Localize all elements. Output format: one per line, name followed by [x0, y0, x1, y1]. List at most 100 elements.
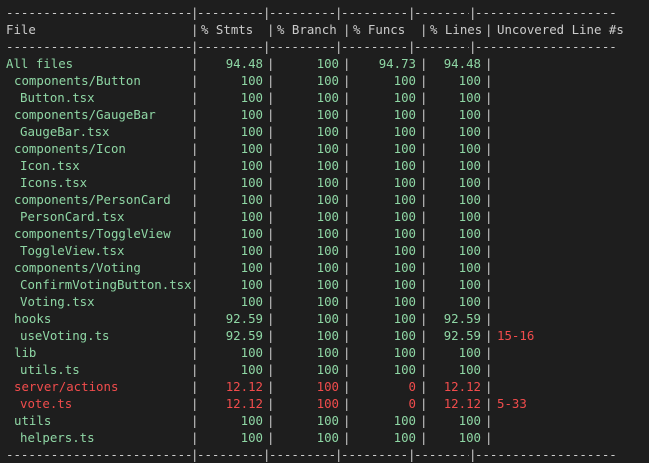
cell-uncovered-lines [491, 89, 647, 106]
cell-branch: 100 [316, 294, 339, 309]
cell-lines: 100 [458, 413, 481, 428]
cell-lines: 100 [458, 90, 481, 105]
cell-file: useVoting.ts [20, 328, 110, 343]
cell-funcs: 100 [393, 413, 416, 428]
cell-funcs: 100 [393, 345, 416, 360]
cell-uncovered-lines [491, 191, 647, 208]
separator-stmts: --------- [197, 5, 263, 20]
separator-branch: ---------- [269, 447, 335, 462]
cell-funcs: 100 [393, 328, 416, 343]
cell-lines: 100 [458, 277, 481, 292]
table-row: ConfirmVotingButton.tsx | 100 | 100 | 100 | 100 | [6, 276, 649, 293]
cell-branch: 100 [316, 243, 339, 258]
separator-funcs: --------- [341, 39, 408, 54]
cell-uncovered-lines [491, 208, 647, 225]
cell-stmts: 12.12 [225, 379, 263, 394]
cell-file: Icons.tsx [20, 175, 88, 190]
cell-uncovered-lines [491, 378, 647, 395]
cell-funcs: 100 [393, 243, 416, 258]
cell-branch: 100 [316, 396, 339, 411]
cell-file: server/actions [14, 379, 119, 394]
cell-lines: 100 [458, 73, 481, 88]
cell-uncovered-lines [491, 412, 647, 429]
cell-file: All files [6, 56, 74, 71]
cell-branch: 100 [316, 192, 339, 207]
cell-stmts: 100 [240, 277, 263, 292]
cell-stmts: 100 [240, 73, 263, 88]
cell-lines: 100 [458, 158, 481, 173]
table-row: components/Voting | 100 | 100 | 100 | 100 | [6, 259, 649, 276]
cell-branch: 100 [316, 90, 339, 105]
header-stmts: % Stmts [201, 22, 254, 37]
coverage-report: -------------------------- | --------- | ---… [6, 4, 649, 463]
cell-uncovered-lines [491, 106, 647, 123]
cell-branch: 100 [316, 413, 339, 428]
cell-stmts: 100 [240, 175, 263, 190]
cell-branch: 100 [316, 328, 339, 343]
separator-uncovered: ------------------- [475, 39, 617, 54]
cell-lines: 100 [458, 175, 481, 190]
table-row: GaugeBar.tsx | 100 | 100 | 100 | 100 | [6, 123, 649, 140]
cell-file: hooks [14, 311, 52, 326]
cell-stmts: 100 [240, 141, 263, 156]
cell-funcs: 100 [393, 430, 416, 445]
cell-stmts: 100 [240, 158, 263, 173]
table-row: components/PersonCard | 100 | 100 | 100 | 100 | [6, 191, 649, 208]
cell-branch: 100 [316, 124, 339, 139]
cell-uncovered-lines [491, 259, 647, 276]
cell-file: GaugeBar.tsx [20, 124, 110, 139]
cell-stmts: 100 [240, 226, 263, 241]
table-row: components/GaugeBar | 100 | 100 | 100 | 100 | [6, 106, 649, 123]
header-uncovered: Uncovered Line #s [497, 22, 624, 37]
separator-uncovered: ------------------- [475, 5, 617, 20]
cell-file: components/Icon [14, 141, 126, 156]
table-row: Icons.tsx | 100 | 100 | 100 | 100 | [6, 174, 649, 191]
cell-branch: 100 [316, 56, 339, 71]
cell-funcs: 100 [393, 175, 416, 190]
cell-lines: 100 [458, 107, 481, 122]
cell-lines: 100 [458, 243, 481, 258]
cell-uncovered-lines [491, 310, 647, 327]
cell-file: Voting.tsx [20, 294, 95, 309]
cell-uncovered-lines [491, 344, 647, 361]
cell-file: Icon.tsx [20, 158, 80, 173]
separator-line-top: -------------------------- | --------- | ---… [6, 4, 649, 21]
cell-funcs: 100 [393, 294, 416, 309]
cell-stmts: 12.12 [225, 396, 263, 411]
cell-file: components/ToggleView [14, 226, 171, 241]
cell-uncovered-lines [491, 225, 647, 242]
cell-stmts: 100 [240, 362, 263, 377]
cell-uncovered-lines [491, 361, 647, 378]
cell-file: utils.ts [20, 362, 80, 377]
table-row: useVoting.ts | 92.59 | 100 | 100 | 92.59 | 15-16 [6, 327, 649, 344]
table-row: utils | 100 | 100 | 100 | 100 | [6, 412, 649, 429]
separator-funcs: --------- [341, 5, 408, 20]
table-row: server/actions | 12.12 | 100 | 0 | 12.12 | [6, 378, 649, 395]
coverage-rows: All files | 94.48 | 100 | 94.73 | 94.48 | componen… [6, 55, 649, 446]
cell-uncovered-lines: 5-33 [497, 396, 527, 411]
cell-lines: 100 [458, 260, 481, 275]
table-row: ToggleView.tsx | 100 | 100 | 100 | 100 | [6, 242, 649, 259]
cell-file: components/Voting [14, 260, 141, 275]
cell-stmts: 100 [240, 209, 263, 224]
cell-file: vote.ts [20, 396, 73, 411]
cell-branch: 100 [316, 158, 339, 173]
cell-lines: 92.59 [443, 311, 481, 326]
cell-funcs: 100 [393, 90, 416, 105]
cell-stmts: 100 [240, 294, 263, 309]
cell-stmts: 100 [240, 107, 263, 122]
cell-uncovered-lines [491, 123, 647, 140]
cell-lines: 12.12 [443, 379, 481, 394]
cell-uncovered-lines: 15-16 [497, 328, 535, 343]
cell-lines: 100 [458, 294, 481, 309]
cell-funcs: 100 [393, 192, 416, 207]
cell-branch: 100 [316, 379, 339, 394]
separator-stmts: --------- [197, 447, 263, 462]
cell-branch: 100 [316, 260, 339, 275]
cell-branch: 100 [316, 277, 339, 292]
cell-file: components/GaugeBar [14, 107, 156, 122]
cell-funcs: 94.73 [378, 56, 416, 71]
separator-lines: --------- [414, 39, 469, 54]
cell-file: ConfirmVotingButton.tsx [20, 277, 191, 292]
table-row: vote.ts | 12.12 | 100 | 0 | 12.12 | 5-33 [6, 395, 649, 412]
